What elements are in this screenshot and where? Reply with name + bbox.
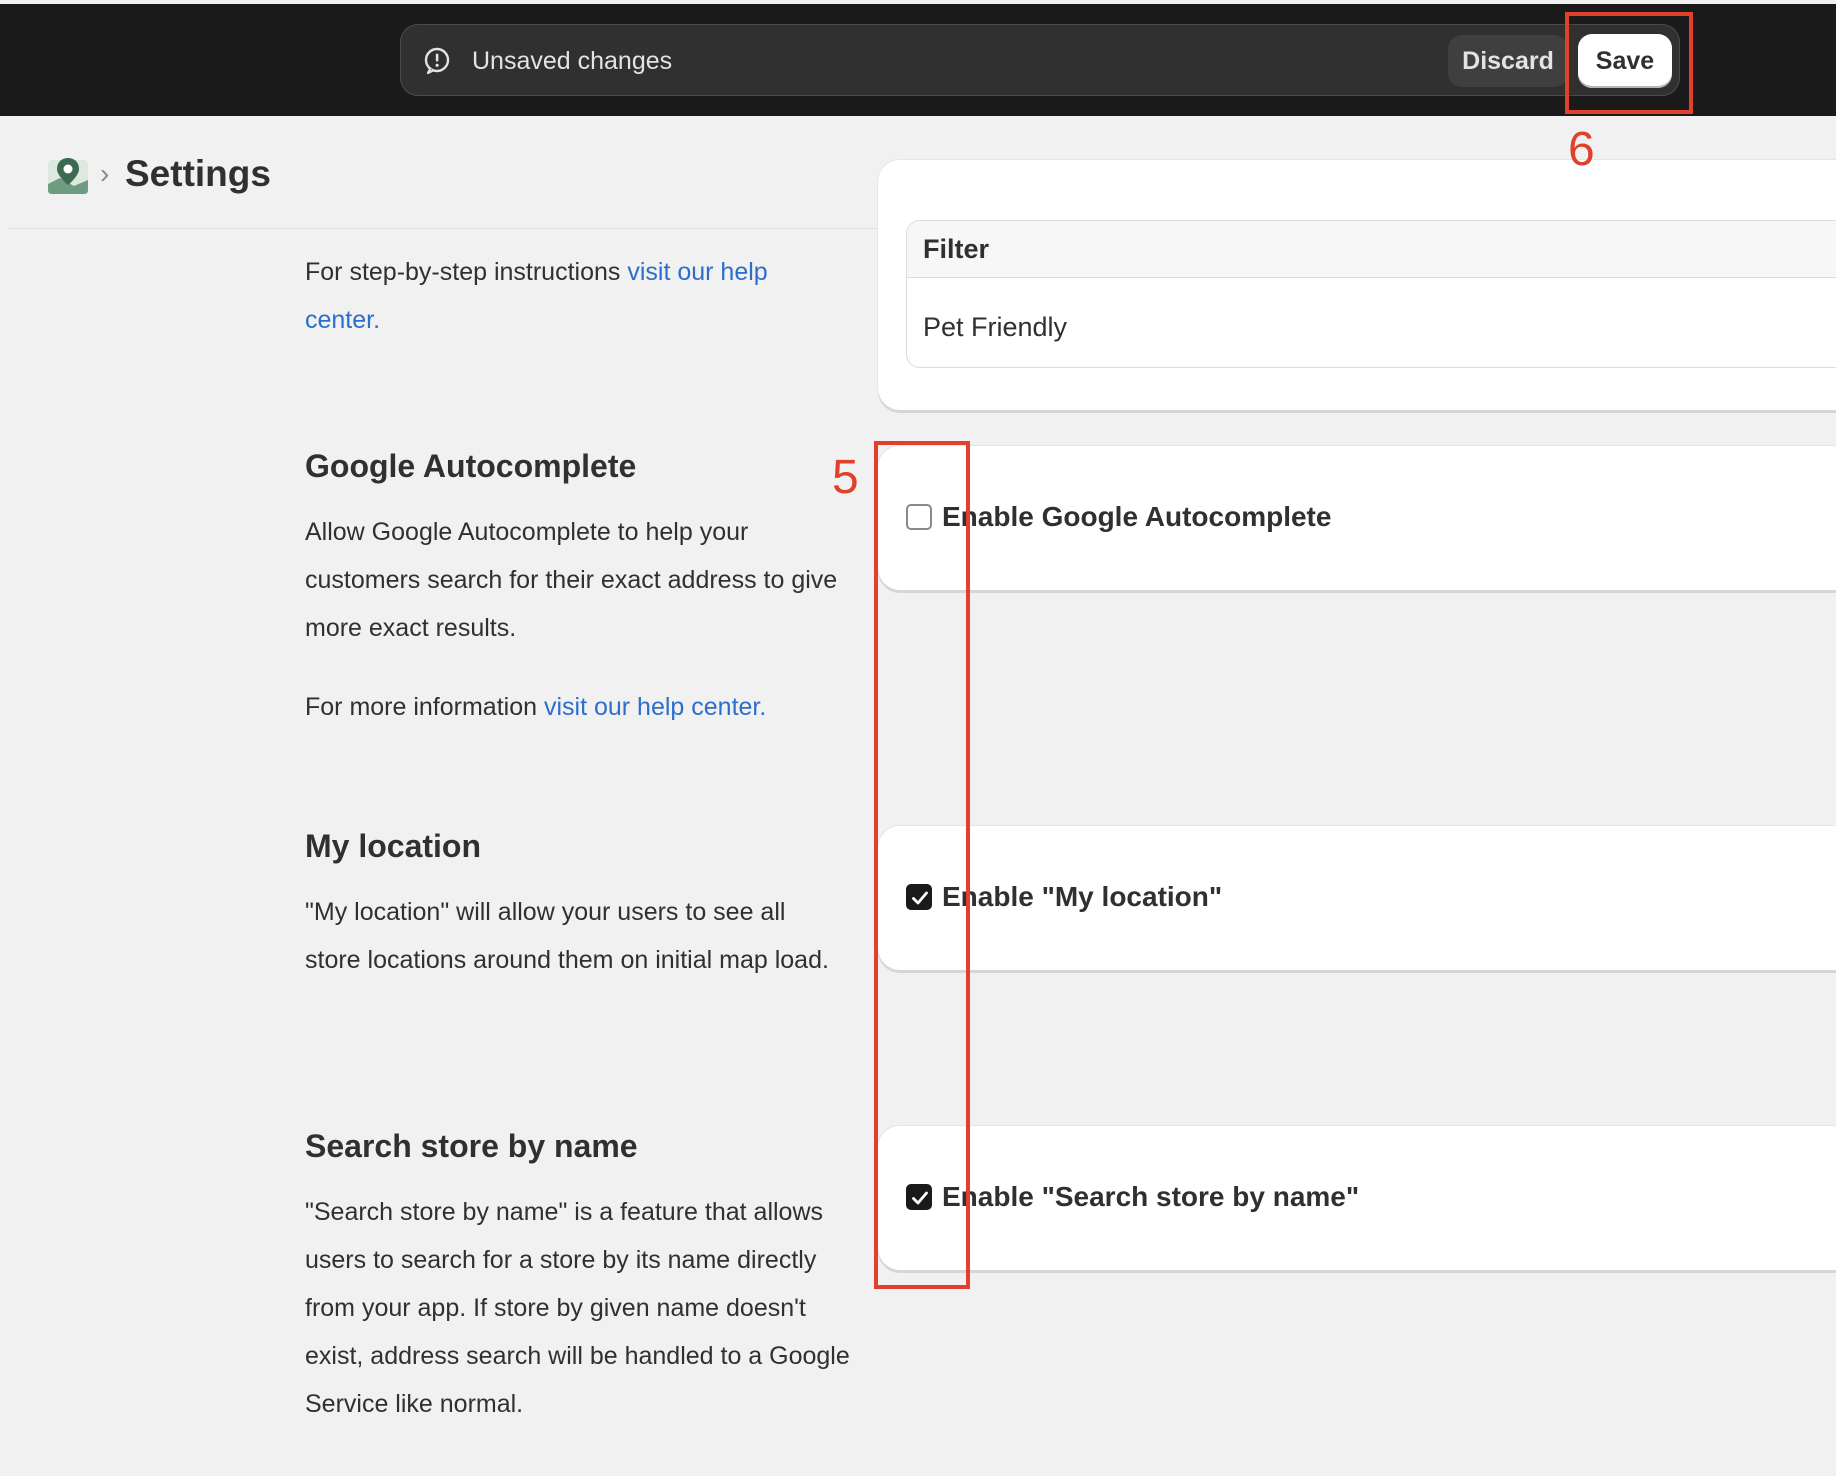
save-bar-container: Unsaved changes Discard Save	[400, 24, 1680, 96]
filter-card: Filter Pet Friendly	[878, 160, 1836, 410]
search-by-name-checkbox[interactable]	[906, 1184, 932, 1210]
my-location-checkbox-label[interactable]: Enable "My location"	[942, 880, 1222, 914]
chevron-right-icon: ›	[100, 158, 110, 189]
filter-column-header: Filter	[923, 234, 990, 264]
filter-help-text: For step-by-step instructions visit our …	[305, 258, 768, 334]
my-location-title: My location	[305, 828, 482, 864]
google-autocomplete-checkbox-label[interactable]: Enable Google Autocomplete	[942, 500, 1331, 534]
my-location-description: "My location" will allow your users to s…	[305, 898, 829, 974]
discard-button[interactable]: Discard	[1448, 35, 1568, 87]
contextual-save-bar: Unsaved changes Discard Save	[0, 4, 1836, 116]
filter-table: Filter Pet Friendly	[906, 220, 1836, 368]
unsaved-changes-message: Unsaved changes	[472, 47, 673, 75]
google-autocomplete-description: Allow Google Autocomplete to help your c…	[305, 518, 838, 642]
filter-cell: Pet Friendly	[923, 312, 1068, 342]
map-pin-app-icon[interactable]	[46, 154, 90, 198]
search-by-name-title: Search store by name	[305, 1128, 638, 1164]
my-location-checkbox[interactable]	[906, 884, 932, 910]
checkbox-annotation-number: 5	[832, 451, 859, 504]
my-location-card: Enable "My location"	[878, 826, 1836, 970]
help-center-link[interactable]: visit our help center.	[544, 693, 766, 721]
checkmark-icon	[912, 1191, 928, 1205]
google-autocomplete-title: Google Autocomplete	[305, 448, 637, 484]
search-by-name-card: Enable "Search store by name"	[878, 1126, 1836, 1270]
filter-table-header: Filter	[907, 221, 1836, 278]
page-title: Settings	[125, 153, 271, 194]
alert-circle-icon	[423, 47, 451, 75]
checkmark-icon	[912, 891, 928, 905]
google-autocomplete-card: Enable Google Autocomplete	[878, 446, 1836, 590]
search-by-name-checkbox-label[interactable]: Enable "Search store by name"	[942, 1180, 1359, 1214]
save-annotation-number: 6	[1568, 123, 1595, 176]
google-autocomplete-checkbox[interactable]	[906, 504, 932, 530]
save-button[interactable]: Save	[1578, 34, 1672, 88]
google-autocomplete-info: For more information visit our help cent…	[305, 693, 767, 721]
search-by-name-description: "Search store by name" is a feature that…	[305, 1198, 850, 1418]
